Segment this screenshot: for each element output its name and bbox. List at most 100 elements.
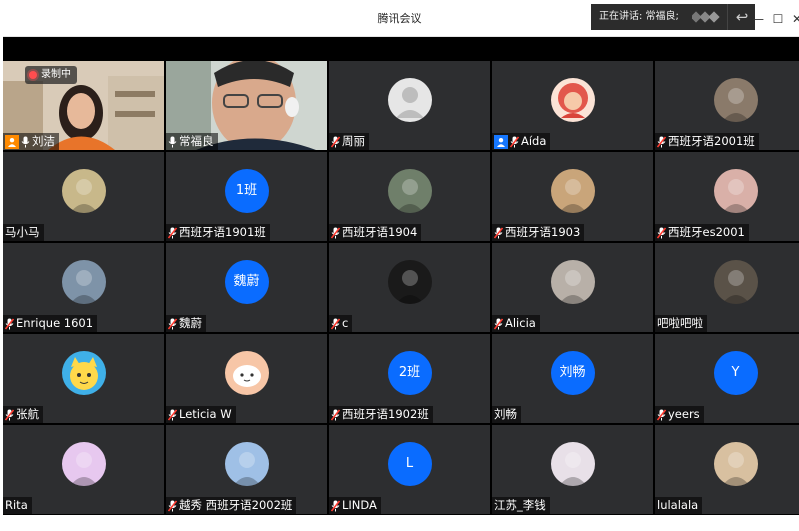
recording-indicator: 录制中 <box>25 66 77 84</box>
mic-muted-icon <box>331 409 340 420</box>
participant-avatar <box>387 259 432 304</box>
participant-tile[interactable]: 西班牙语1903 <box>492 152 653 241</box>
participant-name: c <box>342 316 349 330</box>
participant-tile[interactable]: Alicia <box>492 243 653 332</box>
mic-muted-icon <box>494 227 503 238</box>
mic-muted-icon <box>331 318 340 329</box>
host-user-icon <box>5 134 19 149</box>
participant-avatar <box>387 168 432 213</box>
mic-muted-icon <box>331 227 340 238</box>
participant-name-bar: c <box>329 315 353 332</box>
mic-muted-icon <box>657 136 666 147</box>
participant-name: Leticia W <box>179 407 232 421</box>
speaking-label: 正在讲话: 常福良; <box>599 11 679 22</box>
participant-name: LINDA <box>342 498 377 512</box>
participant-name-bar: 西班牙es2001 <box>655 224 749 241</box>
title-bar: 腾讯会议 正在讲话: 常福良; ↩ — ☐ ✕ <box>0 0 799 37</box>
participant-name: 西班牙es2001 <box>668 225 745 239</box>
participant-name: yeers <box>668 407 700 421</box>
participant-initials-avatar: L <box>387 441 432 486</box>
mic-muted-icon <box>168 318 177 329</box>
participant-tile[interactable]: L LINDA <box>329 425 490 514</box>
mic-muted-icon <box>168 227 177 238</box>
mic-muted-icon <box>657 409 666 420</box>
recording-label: 录制中 <box>41 69 71 80</box>
top-dark-strip <box>3 37 799 61</box>
participant-avatar <box>61 350 106 395</box>
close-button[interactable]: ✕ <box>789 0 799 36</box>
participant-avatar <box>224 350 269 395</box>
participant-tile[interactable]: Aída <box>492 61 653 150</box>
participant-name-bar: 刘洁 <box>3 133 59 150</box>
participant-name-bar: 江苏_李钱 <box>492 497 550 514</box>
participant-name: 西班牙语1901班 <box>179 225 266 239</box>
speaker-video-thumbs-icon <box>692 11 720 23</box>
participant-initials-avatar: 1班 <box>224 168 269 213</box>
participant-name-bar: Aída <box>492 133 551 150</box>
participant-tile[interactable]: 张航 <box>3 334 164 423</box>
participant-tile[interactable]: 周丽 <box>329 61 490 150</box>
participant-name-bar: 西班牙语1903 <box>492 224 585 241</box>
mic-muted-icon <box>510 136 519 147</box>
record-dot-icon <box>29 71 37 79</box>
participant-name-bar: 西班牙语1902班 <box>329 406 433 423</box>
participant-tile[interactable]: lulalala <box>655 425 799 514</box>
participant-tile[interactable]: Enrique 1601 <box>3 243 164 332</box>
participant-tile[interactable]: Rita <box>3 425 164 514</box>
participant-name: 马小马 <box>5 225 40 239</box>
mic-muted-icon <box>331 500 340 511</box>
participant-name: 刘洁 <box>32 134 55 148</box>
participant-tile[interactable]: 西班牙es2001 <box>655 152 799 241</box>
mic-muted-icon <box>168 500 177 511</box>
minimize-button[interactable]: — <box>750 0 766 36</box>
maximize-button[interactable]: ☐ <box>770 0 786 36</box>
mic-muted-icon <box>331 136 340 147</box>
participant-avatar <box>550 259 595 304</box>
speaking-indicator: 正在讲话: 常福良; ↩ <box>591 4 755 30</box>
participant-tile[interactable]: 江苏_李钱 <box>492 425 653 514</box>
participant-name-bar: yeers <box>655 406 704 423</box>
participant-name-bar: 周丽 <box>329 133 369 150</box>
participant-initials-avatar: 刘畅 <box>550 350 595 395</box>
participant-tile[interactable]: 马小马 <box>3 152 164 241</box>
participant-name-bar: 张航 <box>3 406 43 423</box>
participant-name: 周丽 <box>342 134 365 148</box>
participant-tile[interactable]: 录制中刘洁 <box>3 61 164 150</box>
participant-name-bar: 西班牙语1901班 <box>166 224 270 241</box>
participant-name: 张航 <box>16 407 39 421</box>
participant-name: 西班牙语1902班 <box>342 407 429 421</box>
participant-name-bar: Alicia <box>492 315 540 332</box>
bottom-bar <box>0 515 799 531</box>
cohost-user-icon <box>494 134 508 149</box>
participant-initials-avatar: 魏蔚 <box>224 259 269 304</box>
participant-avatar <box>550 168 595 213</box>
participant-name: 越秀 西班牙语2002班 <box>179 498 293 512</box>
participant-avatar <box>550 77 595 122</box>
mic-muted-icon <box>657 227 666 238</box>
participant-tile[interactable]: 刘畅 刘畅 <box>492 334 653 423</box>
participant-name-bar: lulalala <box>655 497 703 514</box>
participant-tile[interactable]: Yyeers <box>655 334 799 423</box>
participant-tile[interactable]: 吧啦吧啦 <box>655 243 799 332</box>
participant-tile[interactable]: 1班西班牙语1901班 <box>166 152 327 241</box>
participant-tile[interactable]: 常福良 <box>166 61 327 150</box>
participant-name-bar: 西班牙语2001班 <box>655 133 759 150</box>
participant-tile[interactable]: 西班牙语1904 <box>329 152 490 241</box>
participant-name: 吧啦吧啦 <box>657 316 703 330</box>
participant-tile[interactable]: Leticia W <box>166 334 327 423</box>
participant-name-bar: 马小马 <box>3 224 44 241</box>
participant-name: 魏蔚 <box>179 316 202 330</box>
participant-tile[interactable]: 魏蔚 魏蔚 <box>166 243 327 332</box>
participant-tile[interactable]: 2班 西班牙语1902班 <box>329 334 490 423</box>
participant-name-bar: LINDA <box>329 497 381 514</box>
participant-name: lulalala <box>657 498 699 512</box>
participant-name-bar: Leticia W <box>166 406 236 423</box>
mic-on-icon <box>168 136 177 147</box>
participant-name-bar: 越秀 西班牙语2002班 <box>166 497 297 514</box>
participant-name: Aída <box>521 134 547 148</box>
participant-name: 刘畅 <box>494 407 517 421</box>
participant-tile[interactable]: 越秀 西班牙语2002班 <box>166 425 327 514</box>
mic-muted-icon <box>5 318 14 329</box>
participant-tile[interactable]: c <box>329 243 490 332</box>
participant-tile[interactable]: 西班牙语2001班 <box>655 61 799 150</box>
